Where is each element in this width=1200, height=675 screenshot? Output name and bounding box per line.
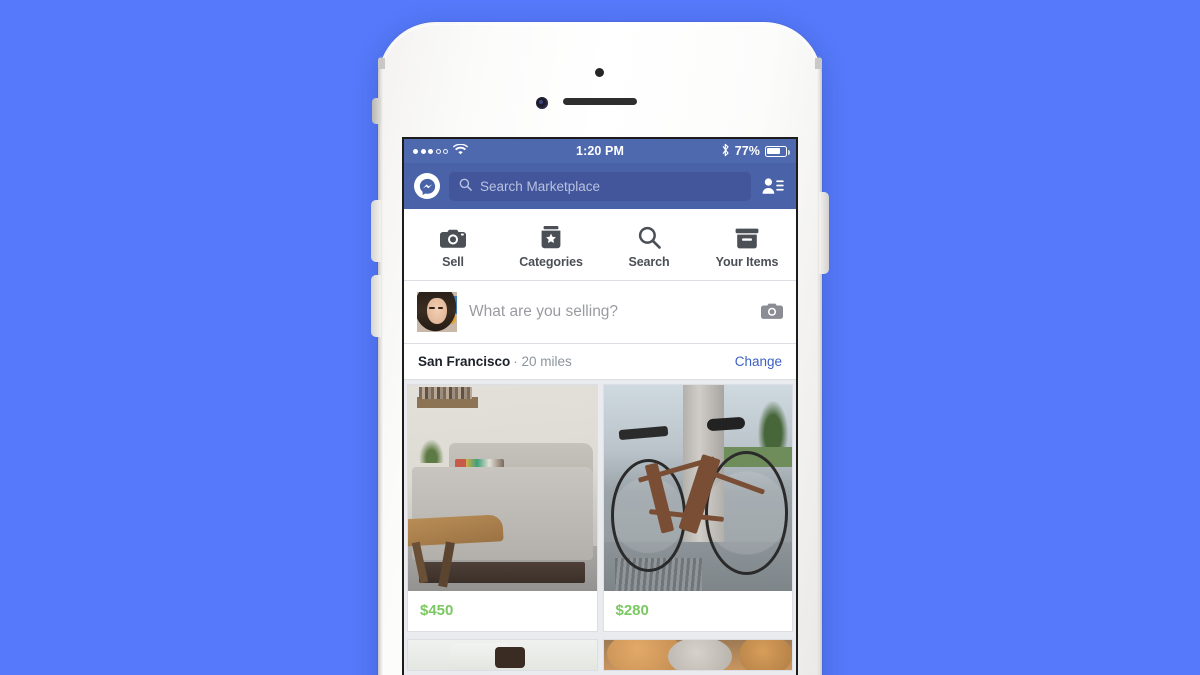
volume-up-button[interactable] [371,275,381,337]
magnifier-icon [638,225,661,249]
search-placeholder: Search Marketplace [480,178,601,194]
listing-price: $280 [615,602,649,619]
marketplace-tab-row: Sell Categories Search Your Items [404,209,796,281]
box-star-icon [540,225,562,249]
tab-label: Sell [442,254,464,269]
camera-icon [440,225,466,249]
messenger-icon[interactable] [414,173,440,199]
search-input[interactable]: Search Marketplace [449,171,751,201]
phone-mockup: 1:20 PM 77% Search Marketplace Sell Cate… [366,22,834,675]
location-city: San Francisco [418,354,511,369]
marketplace-feed[interactable]: $450 $280 [404,380,796,675]
front-camera [536,97,548,109]
tab-sell[interactable]: Sell [404,209,502,280]
volume-down-button[interactable] [371,200,381,262]
tab-label: Categories [519,254,583,269]
sell-composer[interactable]: What are you selling? [404,281,796,344]
composer-placeholder: What are you selling? [469,303,619,320]
listing-photo-teddy-bears[interactable] [603,640,792,670]
app-navbar: Search Marketplace [404,163,796,209]
earpiece-speaker [563,98,637,105]
bluetooth-icon [721,143,730,160]
listing-photo-white-item[interactable] [408,640,597,670]
listing-card[interactable] [407,639,598,671]
search-icon [459,178,472,194]
cellular-signal-icon [413,148,448,154]
listing-card[interactable] [602,639,793,671]
location-distance: · 20 miles [513,354,572,369]
tab-your-items[interactable]: Your Items [698,209,796,280]
proximity-sensor [595,68,604,77]
avatar[interactable] [417,292,457,332]
tab-label: Search [628,254,670,269]
tab-categories[interactable]: Categories [502,209,600,280]
phone-screen: 1:20 PM 77% Search Marketplace Sell Cate… [402,137,798,675]
listing-card[interactable]: $280 [602,384,793,632]
status-bar-time: 1:20 PM [576,144,624,158]
listing-card[interactable]: $450 [407,384,598,632]
tab-label: Your Items [715,254,779,269]
antenna-band-right [815,58,822,69]
power-button[interactable] [819,192,829,274]
phone-left-edge [378,56,383,675]
archive-box-icon [735,225,759,249]
battery-icon [765,145,790,157]
feed-column-right: $280 [602,384,793,675]
wifi-icon [453,143,468,158]
change-location-link[interactable]: Change [735,354,782,369]
mute-switch-button[interactable] [372,98,381,124]
listing-photo-sofa[interactable] [408,385,597,591]
listing-photo-bicycle[interactable] [603,385,792,591]
location-bar: San Francisco · 20 miles Change [404,344,796,380]
tab-search[interactable]: Search [600,209,698,280]
battery-percent-label: 77% [734,144,761,158]
phone-right-edge [817,56,822,675]
friend-requests-icon[interactable] [760,175,786,197]
camera-icon[interactable] [761,302,783,322]
antenna-band-left [378,58,385,69]
status-bar: 1:20 PM 77% [404,139,796,163]
listing-price: $450 [420,602,454,619]
feed-column-left: $450 [407,384,598,675]
